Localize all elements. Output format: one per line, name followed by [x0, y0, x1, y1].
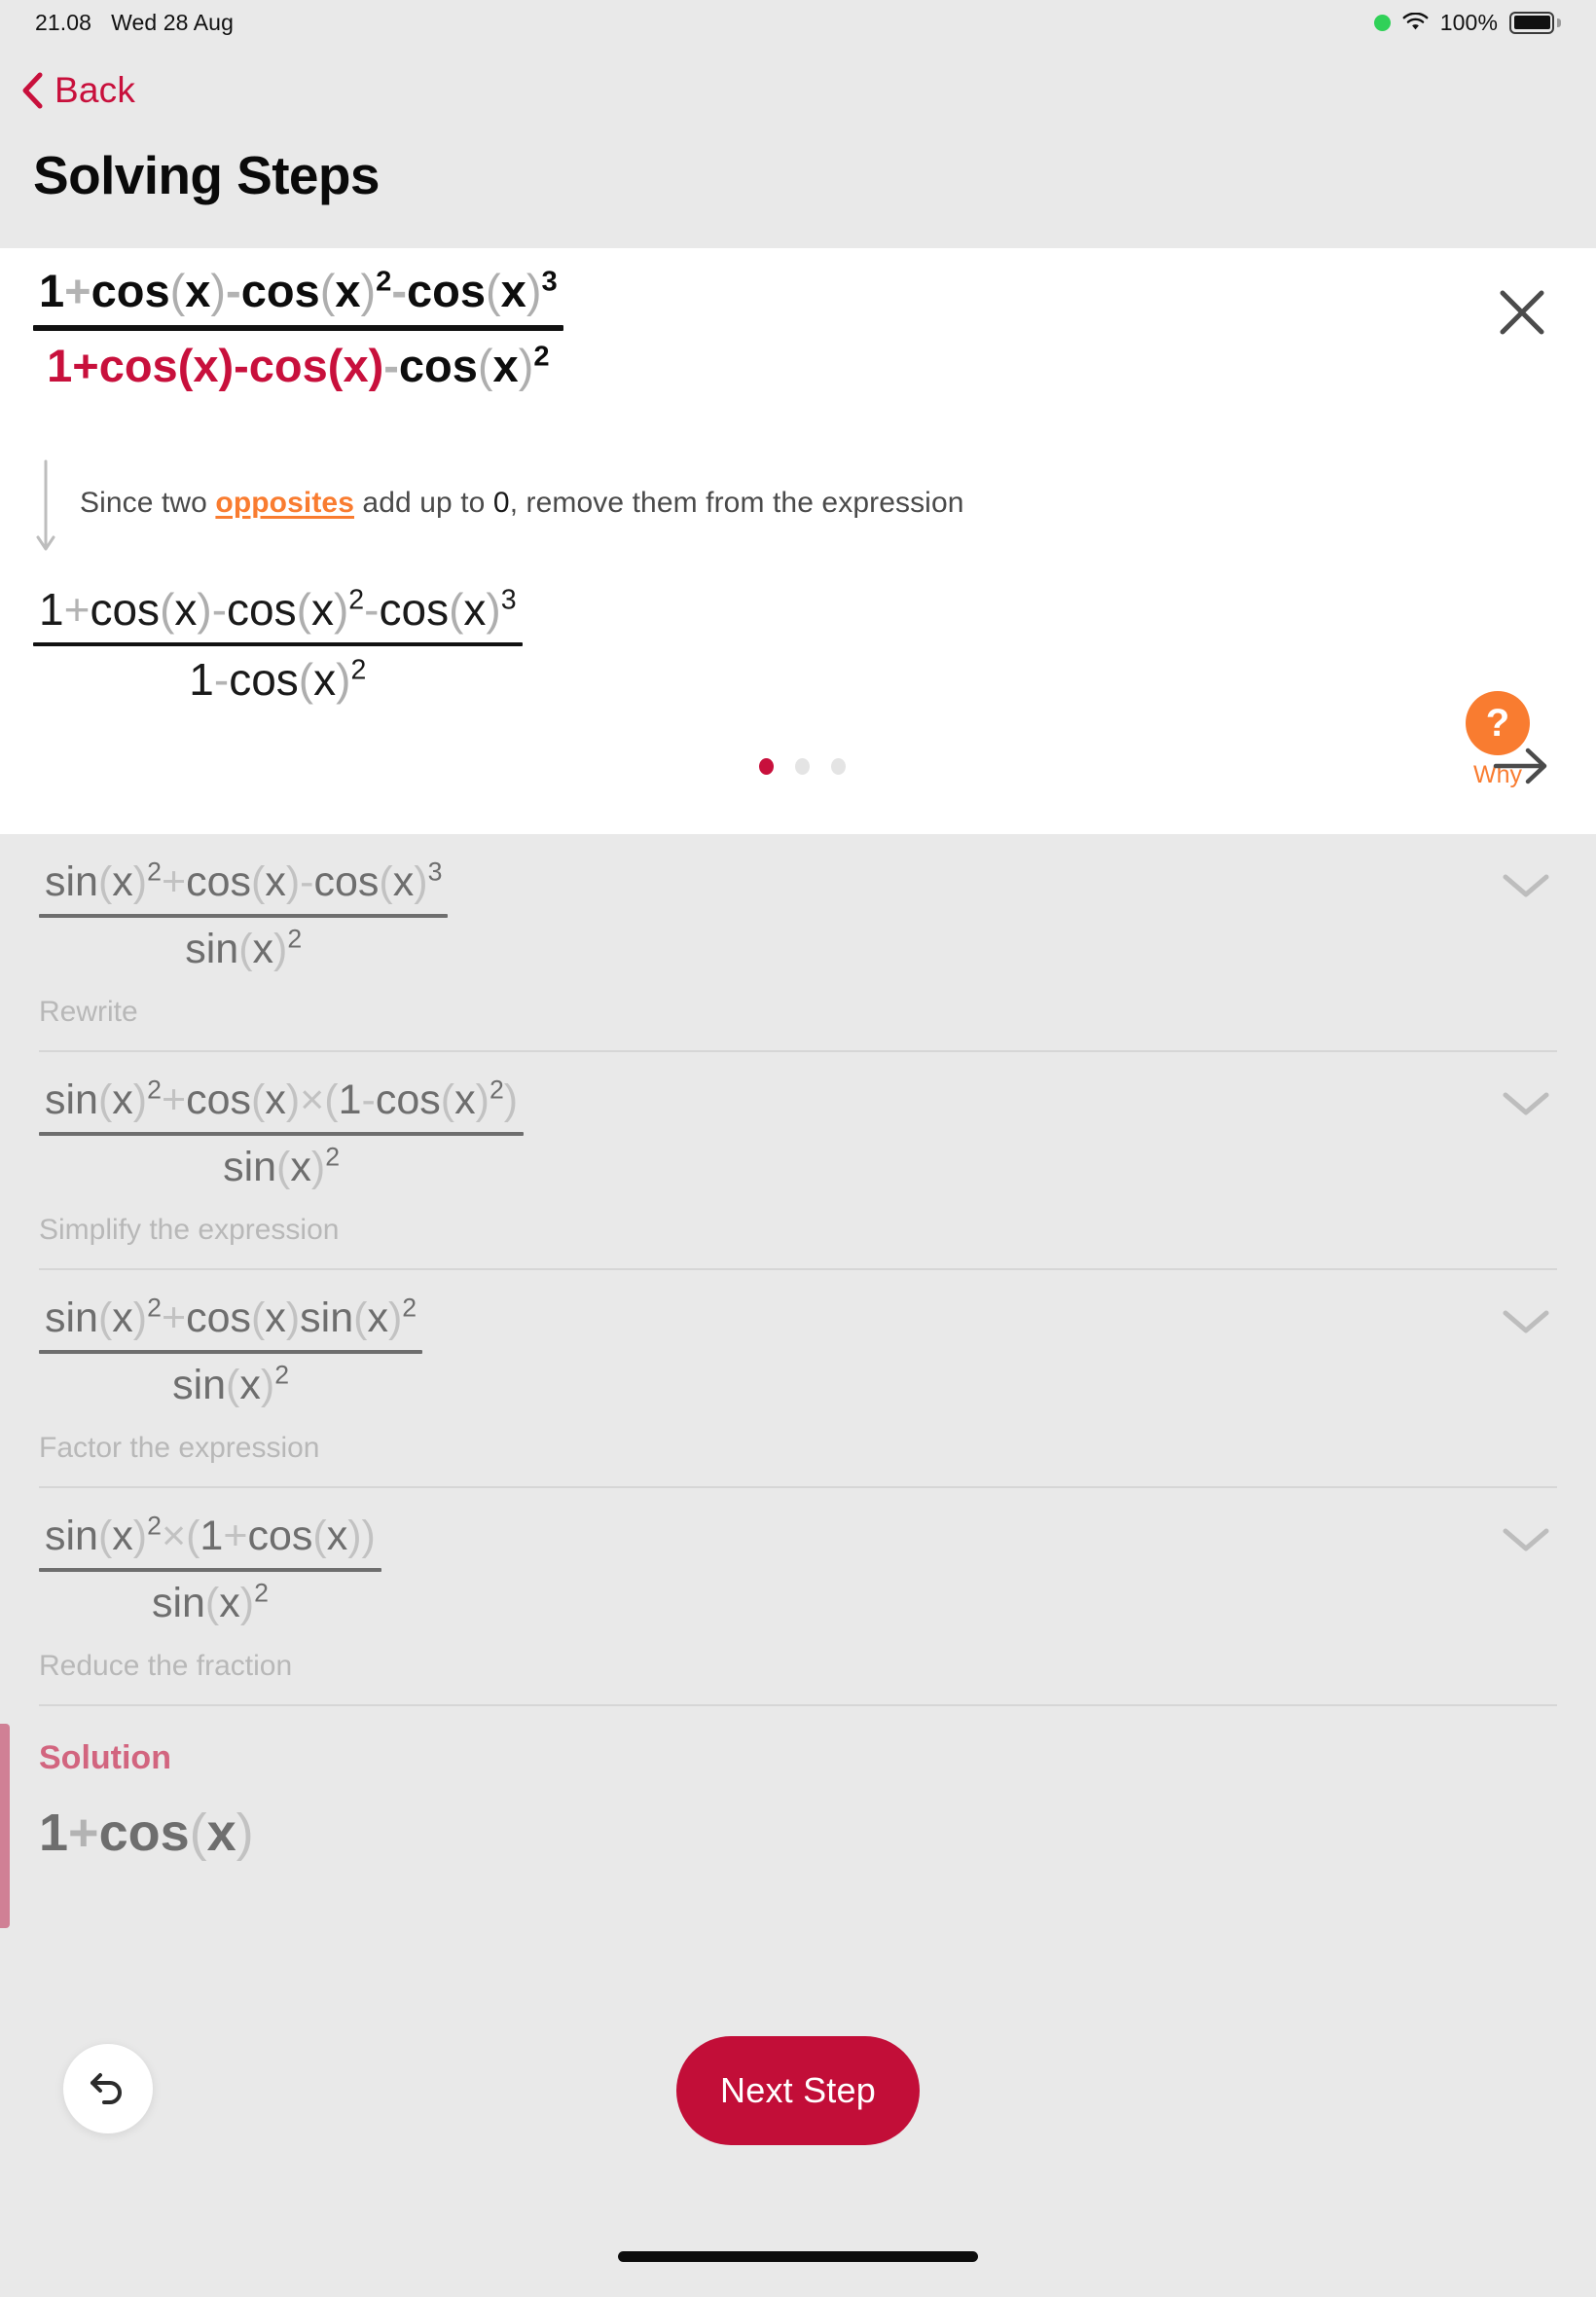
undo-icon — [91, 2073, 122, 2104]
explanation-middle: add up to — [354, 487, 493, 519]
step-numerator: sin(x)2×(1+cos(x)) — [45, 1511, 376, 1559]
status-date: Wed 28 Aug — [111, 9, 234, 35]
battery-icon — [1509, 11, 1561, 34]
step-denominator: sin(x)2 — [172, 1360, 290, 1408]
battery-percent-label: 100% — [1439, 9, 1498, 35]
status-bar: 21.08 Wed 28 Aug 100% — [0, 0, 1596, 45]
step-numerator: sin(x)2+cos(x)×(1-cos(x)2) — [45, 1075, 519, 1123]
steps-list: sin(x)2+cos(x)-cos(x)3 sin(x)2 Rewrite s… — [0, 834, 1596, 1928]
step-numerator: sin(x)2+cos(x)sin(x)2 — [45, 1293, 417, 1341]
arrow-right-icon[interactable] — [1493, 745, 1549, 787]
step-item-factor[interactable]: sin(x)2+cos(x)sin(x)2 sin(x)2 Factor the… — [0, 1270, 1596, 1486]
app-root: 21.08 Wed 28 Aug 100% Back Solving Steps… — [0, 0, 1596, 2297]
chevron-down-icon[interactable] — [1501, 1523, 1551, 1554]
step-caption: Reduce the fraction — [39, 1650, 293, 1682]
page-title: Solving Steps — [33, 145, 380, 205]
step-expression: sin(x)2+cos(x)sin(x)2 sin(x)2 — [39, 1293, 1596, 1408]
active-expression-after: 1+cos(x)-cos(x)2-cos(x)3 1-cos(x)2 — [33, 584, 523, 705]
explanation-suffix: , remove them from the expression — [509, 487, 964, 519]
undo-button[interactable] — [63, 2044, 153, 2133]
close-icon[interactable] — [1495, 285, 1549, 340]
explanation-zero: 0 — [492, 487, 510, 519]
home-indicator[interactable] — [618, 2251, 978, 2262]
explanation-text: Since two opposites add up to 0, remove … — [80, 457, 964, 520]
pager-dot-2[interactable] — [795, 757, 810, 775]
step-caption: Rewrite — [39, 996, 138, 1028]
step-caption: Factor the expression — [39, 1432, 320, 1464]
step-expression: sin(x)2×(1+cos(x)) sin(x)2 — [39, 1511, 1596, 1626]
status-time: 21.08 — [35, 9, 92, 35]
solution-expression: 1+cos(x) — [39, 1804, 254, 1862]
step-numerator: sin(x)2+cos(x)-cos(x)3 — [45, 857, 443, 905]
next-step-button[interactable]: Next Step — [676, 2036, 920, 2145]
pager-dot-3[interactable] — [831, 757, 846, 775]
chevron-down-icon[interactable] — [1501, 1305, 1551, 1336]
back-label: Back — [54, 70, 136, 110]
opposites-link[interactable]: opposites — [215, 487, 354, 519]
step-denominator: sin(x)2 — [185, 924, 303, 972]
nav-bar: Back — [0, 56, 1596, 125]
status-bar-right: 100% — [1373, 9, 1561, 36]
step-denominator: sin(x)2 — [223, 1142, 341, 1190]
step-expression: sin(x)2+cos(x)-cos(x)3 sin(x)2 — [39, 857, 1596, 972]
solution-block: Solution 1+cos(x) — [0, 1706, 1596, 1928]
wifi-icon — [1402, 13, 1429, 30]
step-item-rewrite[interactable]: sin(x)2+cos(x)-cos(x)3 sin(x)2 Rewrite — [0, 834, 1596, 1050]
step-denominator: sin(x)2 — [151, 1578, 269, 1626]
back-button[interactable]: Back — [21, 70, 135, 111]
chevron-down-icon[interactable] — [1501, 869, 1551, 900]
explanation-prefix: Since two — [80, 487, 216, 519]
solution-title: Solution — [39, 1739, 171, 1776]
active-expression-before: 1+cos(x)-cos(x)2-cos(x)3 1+cos(x)-cos(x)… — [33, 268, 563, 388]
result-numerator: 1+cos(x)-cos(x)2-cos(x)3 — [39, 584, 517, 635]
step-item-reduce[interactable]: sin(x)2×(1+cos(x)) sin(x)2 Reduce the fr… — [0, 1488, 1596, 1704]
explanation-row: Since two opposites add up to 0, remove … — [33, 457, 964, 557]
result-denominator: 1-cos(x)2 — [189, 654, 367, 705]
pager-dot-1[interactable] — [759, 757, 774, 775]
chevron-left-icon — [22, 72, 43, 109]
card-pager — [0, 745, 1596, 787]
status-bar-left: 21.08 Wed 28 Aug — [35, 10, 234, 36]
step-item-simplify[interactable]: sin(x)2+cos(x)×(1-cos(x)2) sin(x)2 Simpl… — [0, 1052, 1596, 1268]
pager-dots — [759, 757, 846, 775]
arrow-down-icon — [36, 459, 55, 551]
solution-accent-bar — [0, 1724, 10, 1928]
step-expression: sin(x)2+cos(x)×(1-cos(x)2) sin(x)2 — [39, 1075, 1596, 1190]
expression-denominator: 1+cos(x)-cos(x)-cos(x)2 — [47, 340, 550, 391]
step-caption: Simplify the expression — [39, 1214, 340, 1246]
expression-numerator: 1+cos(x)-cos(x)2-cos(x)3 — [39, 265, 558, 316]
green-dot-icon — [1373, 14, 1391, 31]
active-step-card: 1+cos(x)-cos(x)2-cos(x)3 1+cos(x)-cos(x)… — [0, 248, 1596, 834]
chevron-down-icon[interactable] — [1501, 1087, 1551, 1118]
